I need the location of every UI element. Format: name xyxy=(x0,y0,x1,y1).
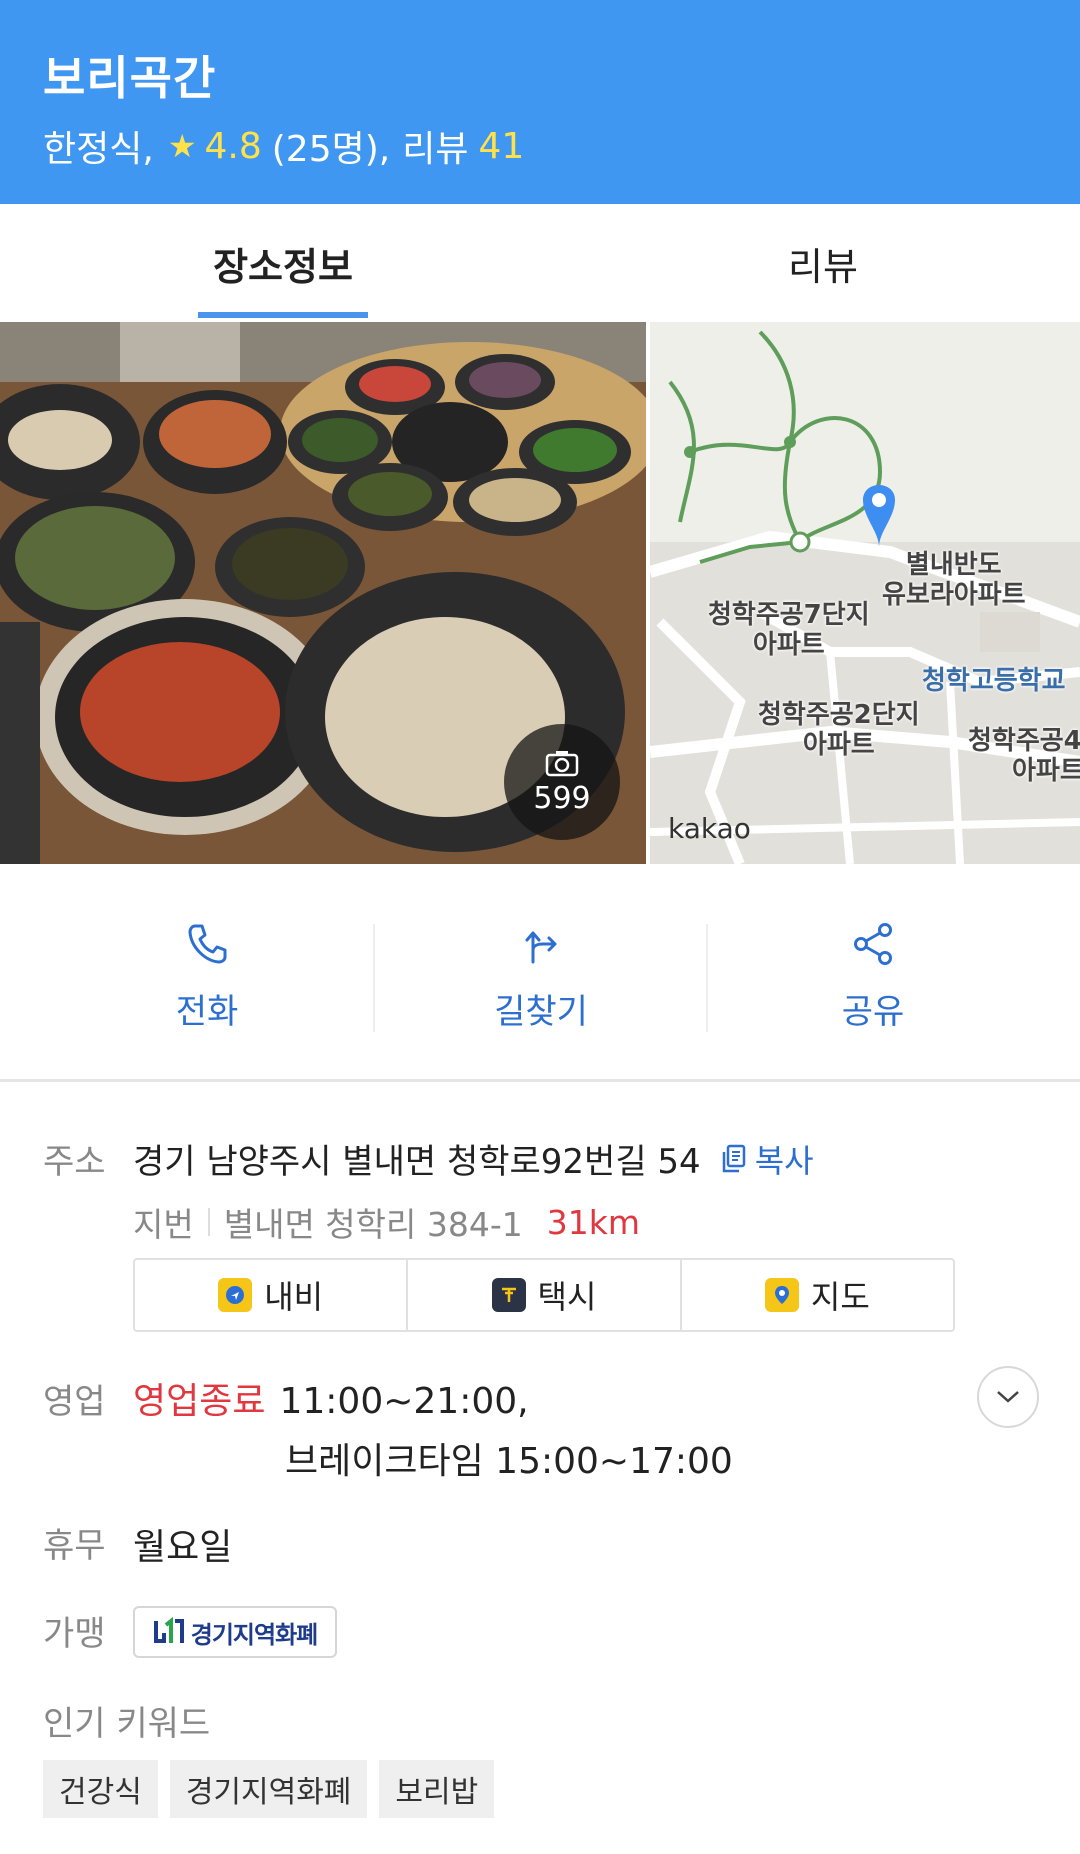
jibun-text: 별내면 청학리 384-1 xyxy=(223,1205,523,1244)
navi-button[interactable]: 내비 xyxy=(135,1260,409,1330)
rating-value: 4.8 xyxy=(204,125,262,167)
affiliate-label: 가맹 xyxy=(43,1614,106,1654)
share-label: 공유 xyxy=(841,992,905,1032)
divider xyxy=(207,1208,210,1236)
affiliate-text: 경기지역화폐 xyxy=(190,1620,318,1649)
photo-count: 599 xyxy=(533,780,591,816)
directions-label: 길찾기 xyxy=(494,992,588,1032)
keyword-chip[interactable]: 경기지역화폐 xyxy=(169,1760,368,1818)
active-tab-indicator xyxy=(198,312,368,318)
hours-text: 11:00~21:00, xyxy=(279,1381,529,1422)
copy-label: 복사 xyxy=(754,1141,814,1180)
navigation-options: 내비 택시 지도 xyxy=(133,1258,955,1332)
taxi-button[interactable]: 택시 xyxy=(408,1260,682,1330)
map-label: 청학주공2단지 아파트 xyxy=(758,700,920,760)
copy-address-button[interactable]: 복사 xyxy=(721,1136,814,1182)
place-header: 보리곡간 한정식, ★ 4.8 (25명), 리뷰 41 xyxy=(0,0,1080,204)
rating-count: (25명), xyxy=(271,129,391,170)
copy-icon xyxy=(722,1144,745,1172)
taxi-label: 택시 xyxy=(537,1278,597,1316)
address-text: 경기 남양주시 별내면 청학로92번길 54 xyxy=(133,1142,701,1182)
directions-icon xyxy=(525,931,557,964)
tab-bar: 장소정보 리뷰 xyxy=(0,204,1080,322)
address-row: 경기 남양주시 별내면 청학로92번길 54 복사 xyxy=(133,1134,814,1183)
hours-label: 영업 xyxy=(43,1382,106,1422)
tab-reviews[interactable]: 리뷰 xyxy=(566,204,1080,322)
chevron-down-icon xyxy=(997,1391,1019,1403)
review-label: 리뷰 xyxy=(402,129,469,170)
share-button[interactable]: 공유 xyxy=(706,920,1040,1040)
keyword-chip[interactable]: 보리밥 xyxy=(379,1760,495,1818)
gyeonggi-currency-badge: 경기지역화폐 xyxy=(133,1606,337,1658)
photo-count-badge[interactable]: 599 xyxy=(504,724,620,840)
media-section: 599 별내반도 유보라아파트 청학주공7단지 아파트 청학고등학교 청학주공2… xyxy=(0,322,1080,864)
keyword-list: 건강식 경기지역화폐 보리밥 xyxy=(43,1760,506,1818)
holiday-label: 휴무 xyxy=(43,1526,106,1566)
action-bar: 전화 길찾기 공유 xyxy=(0,864,1080,1082)
camera-icon xyxy=(545,749,579,777)
map-label: 청학고등학교 xyxy=(922,666,1066,696)
navi-label: 내비 xyxy=(264,1278,324,1316)
tab-reviews-label: 리뷰 xyxy=(788,244,858,289)
call-button[interactable]: 전화 xyxy=(40,920,374,1040)
place-summary: 한정식, ★ 4.8 (25명), 리뷰 41 xyxy=(43,120,524,172)
map-pin-icon xyxy=(764,1278,799,1312)
map-label: 별내반도 유보라아파트 xyxy=(882,550,1026,610)
hours-row: 영업종료 11:00~21:00, xyxy=(133,1372,529,1424)
jibun-label: 지번 xyxy=(133,1205,194,1244)
category-text: 한정식, xyxy=(43,129,154,170)
share-icon xyxy=(854,923,892,965)
tab-place-info-label: 장소정보 xyxy=(213,244,353,289)
keywords-label: 인기 키워드 xyxy=(43,1704,211,1744)
jibun-row: 지번 별내면 청학리 384-1 31km xyxy=(133,1198,640,1246)
business-status: 영업종료 xyxy=(133,1381,266,1422)
map-thumbnail[interactable]: 별내반도 유보라아파트 청학주공7단지 아파트 청학고등학교 청학주공2단지 아파트 … xyxy=(650,322,1080,864)
call-label: 전화 xyxy=(175,992,239,1032)
tab-place-info[interactable]: 장소정보 xyxy=(0,204,566,322)
review-count[interactable]: 41 xyxy=(478,126,524,167)
kakao-logo: kakao xyxy=(668,812,751,845)
place-photo[interactable]: 599 xyxy=(0,322,646,864)
phone-icon xyxy=(188,924,227,964)
distance-text: 31km xyxy=(546,1202,641,1242)
taxi-icon xyxy=(491,1278,526,1312)
break-time-text: 브레이크타임 15:00~17:00 xyxy=(285,1441,733,1482)
map-label: 청학주공4 아파트 xyxy=(968,726,1080,786)
gyeonggi-currency-logo-icon xyxy=(153,1617,184,1643)
place-title: 보리곡간 xyxy=(43,51,217,105)
map-label-text: 지도 xyxy=(810,1278,870,1316)
map-button[interactable]: 지도 xyxy=(682,1260,953,1330)
star-icon: ★ xyxy=(167,127,197,165)
holiday-text: 월요일 xyxy=(133,1527,233,1568)
keyword-chip[interactable]: 건강식 xyxy=(43,1760,158,1818)
address-label: 주소 xyxy=(43,1142,106,1182)
map-label: 청학주공7단지 아파트 xyxy=(708,600,870,660)
navi-icon xyxy=(218,1278,253,1312)
expand-hours-button[interactable] xyxy=(977,1366,1039,1428)
directions-button[interactable]: 길찾기 xyxy=(374,920,708,1040)
